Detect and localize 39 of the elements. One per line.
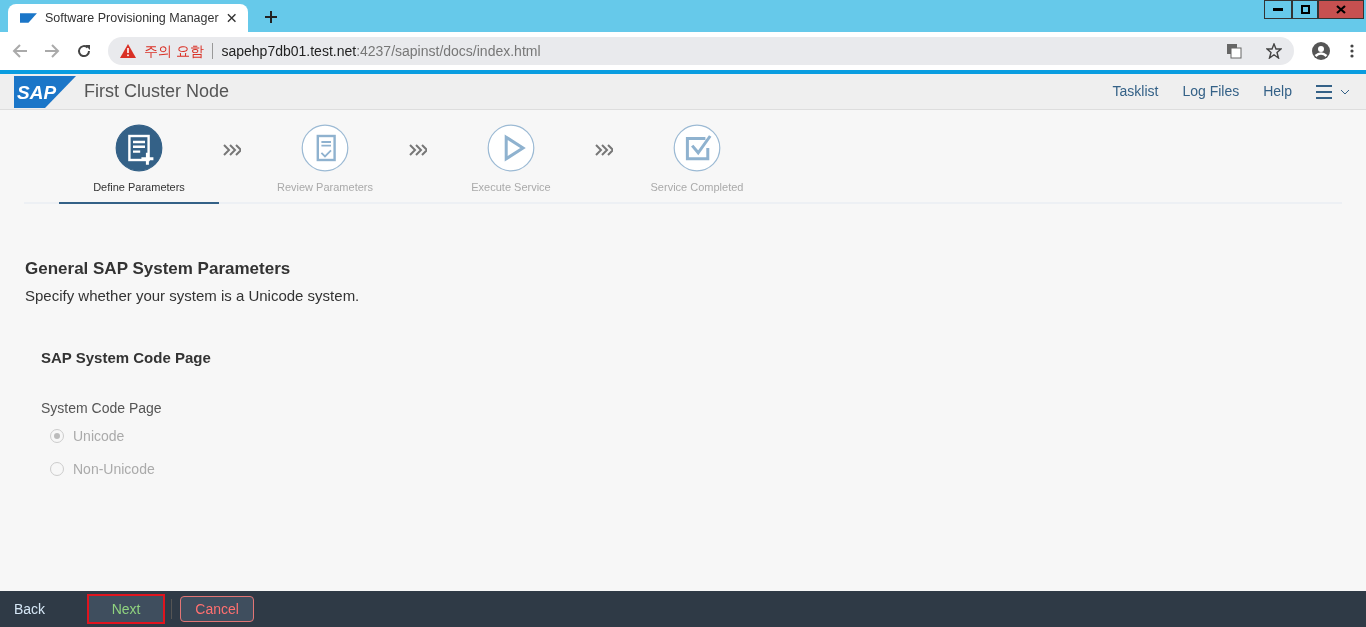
step-icon — [487, 124, 535, 172]
security-warning: 주의 요함 — [144, 41, 205, 61]
url-text: sapehp7db01.test.net:4237/sapinst/docs/index.html — [221, 41, 541, 61]
section-title: General SAP System Parameters — [25, 258, 292, 280]
step-icon — [115, 124, 163, 172]
radio-label: Unicode — [73, 426, 125, 446]
chevron-icon — [595, 144, 613, 156]
warning-icon — [120, 44, 136, 58]
sap-logo-icon — [20, 13, 37, 23]
chevron-icon — [223, 144, 241, 156]
app-title: First Cluster Node — [84, 80, 230, 103]
nav-link[interactable]: Log Files — [1182, 81, 1240, 102]
close-window-button[interactable] — [1318, 0, 1364, 19]
footer-button[interactable]: Back — [12, 596, 48, 622]
star-icon[interactable] — [1266, 43, 1282, 59]
sap-logo: SAP — [14, 75, 76, 108]
profile-icon[interactable] — [1312, 42, 1330, 60]
footer-button[interactable]: Next — [89, 596, 164, 622]
section-description: Specify whether your system is a Unicode system. — [25, 285, 361, 306]
nav-link[interactable]: Help — [1263, 81, 1292, 102]
close-icon[interactable] — [226, 13, 236, 23]
new-tab-icon[interactable] — [264, 10, 278, 24]
minimize-button[interactable] — [1264, 0, 1292, 19]
tab-title: Software Provisioning Manager — [44, 9, 219, 27]
radio-label: Non-Unicode — [73, 459, 155, 479]
field-label: System Code Page — [41, 398, 163, 418]
step-icon — [301, 124, 349, 172]
translate-icon[interactable] — [1226, 43, 1242, 59]
chevron-icon — [409, 144, 427, 156]
menu-icon[interactable] — [1350, 44, 1354, 58]
step-icon — [673, 124, 721, 172]
reload-icon[interactable] — [76, 43, 92, 59]
close-icon — [1336, 5, 1346, 14]
menu-icon[interactable] — [1316, 84, 1352, 99]
nav-link[interactable]: Tasklist — [1112, 81, 1159, 102]
step-tab[interactable]: Define Parameters — [59, 110, 219, 204]
footer-button[interactable]: Cancel — [180, 596, 255, 622]
group-title: SAP System Code Page — [41, 348, 212, 368]
browser-tab[interactable]: Software Provisioning Manager — [8, 4, 248, 32]
